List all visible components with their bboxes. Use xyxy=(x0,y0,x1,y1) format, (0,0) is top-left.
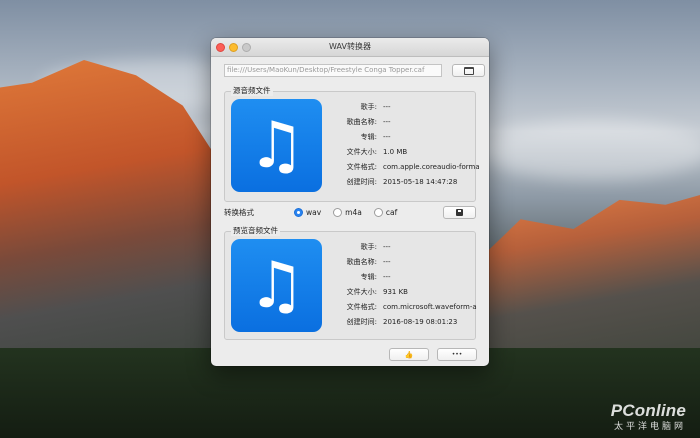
music-note-icon: ♫ xyxy=(247,248,306,323)
radio-label: caf xyxy=(385,207,398,217)
info-label: 文件大小: xyxy=(346,287,377,296)
radio-icon[interactable] xyxy=(333,207,343,217)
info-label: 文件大小: xyxy=(346,147,377,156)
info-value: --- xyxy=(383,117,391,126)
preview-group-title: 预览音频文件 xyxy=(231,225,280,236)
info-label: 歌曲名称: xyxy=(346,257,377,266)
info-label: 歌手: xyxy=(360,102,377,111)
source-audio-group: 源音频文件 ♫ 歌手: --- 歌曲名称: --- 专辑: --- 文件大小: 1.0 … xyxy=(224,85,479,202)
info-value: --- xyxy=(383,132,391,141)
window-title: WAV转换器 xyxy=(329,42,371,51)
info-label: 歌曲名称: xyxy=(346,117,377,126)
info-row: 文件格式: com.microsoft.waveform-a xyxy=(331,299,479,314)
source-info: 歌手: --- 歌曲名称: --- 专辑: --- 文件大小: 1.0 MB 文件格式:… xyxy=(331,99,479,189)
source-group-title: 源音频文件 xyxy=(231,85,273,96)
info-label: 专辑: xyxy=(360,272,377,281)
info-row: 歌曲名称: --- xyxy=(331,114,479,129)
preview-audio-group: 预览音频文件 ♫ 歌手: --- 歌曲名称: --- 专辑: --- 文件大小: 931… xyxy=(224,225,479,340)
source-music-icon: ♫ xyxy=(231,99,322,192)
preview-info: 歌手: --- 歌曲名称: --- 专辑: --- 文件大小: 931 KB 文件格式:… xyxy=(331,239,479,329)
format-radio-caf[interactable]: caf xyxy=(373,207,398,217)
format-radio-m4a[interactable]: m4a xyxy=(333,207,362,217)
info-value: 1.0 MB xyxy=(383,147,408,156)
convert-format-label: 转换格式 xyxy=(224,207,254,217)
title-bar[interactable]: WAV转换器 xyxy=(211,38,489,57)
thumbs-up-icon: 👍 xyxy=(404,350,414,359)
info-label: 歌手: xyxy=(360,242,377,251)
watermark-logo: PConline xyxy=(610,401,686,420)
minimize-button[interactable] xyxy=(229,43,238,52)
radio-label: wav xyxy=(306,207,322,217)
cloud xyxy=(480,120,700,180)
preview-music-icon: ♫ xyxy=(231,239,322,332)
info-value: com.microsoft.waveform-a xyxy=(383,302,477,311)
info-row: 专辑: --- xyxy=(331,129,479,144)
info-value: 2015-05-18 14:47:28 xyxy=(383,177,458,186)
info-label: 创建时间: xyxy=(346,177,377,186)
more-button[interactable]: ••• xyxy=(437,348,477,361)
info-value: --- xyxy=(383,102,391,111)
radio-selected-icon[interactable] xyxy=(294,207,303,217)
close-button[interactable] xyxy=(216,43,225,52)
info-value: --- xyxy=(383,272,391,281)
info-label: 专辑: xyxy=(360,132,377,141)
watermark: PConline 太平洋电脑网 xyxy=(611,401,686,432)
ellipsis-icon: ••• xyxy=(451,351,463,358)
window-controls xyxy=(216,43,251,52)
info-value: --- xyxy=(383,242,391,251)
info-value: --- xyxy=(383,257,391,266)
info-row: 文件大小: 931 KB xyxy=(331,284,479,299)
music-note-icon: ♫ xyxy=(247,108,306,183)
bottom-buttons: 👍 ••• xyxy=(389,348,477,361)
radio-icon[interactable] xyxy=(373,207,383,217)
info-value: 931 KB xyxy=(383,287,408,296)
path-row: file:///Users/MaoKun/Desktop/Freestyle C… xyxy=(224,64,485,77)
info-label: 文件格式: xyxy=(346,302,377,311)
like-button[interactable]: 👍 xyxy=(389,348,429,361)
info-row: 文件大小: 1.0 MB xyxy=(331,144,479,159)
save-button[interactable] xyxy=(443,205,476,219)
radio-label: m4a xyxy=(345,207,362,217)
info-row: 歌曲名称: --- xyxy=(331,254,479,269)
app-window: WAV转换器 file:///Users/MaoKun/Desktop/Free… xyxy=(211,38,489,366)
folder-icon xyxy=(463,66,474,75)
info-row: 文件格式: com.apple.coreaudio-forma xyxy=(331,159,479,174)
zoom-button[interactable] xyxy=(242,43,251,52)
watermark-subtitle: 太平洋电脑网 xyxy=(613,421,686,431)
format-radio-wav[interactable]: wav xyxy=(294,207,322,217)
floppy-disk-icon xyxy=(456,208,463,216)
info-row: 歌手: --- xyxy=(331,239,479,254)
info-value: 2016-08-19 08:01:23 xyxy=(383,317,458,326)
info-row: 创建时间: 2015-05-18 14:47:28 xyxy=(331,174,479,189)
open-file-button[interactable] xyxy=(452,64,485,77)
info-row: 歌手: --- xyxy=(331,99,479,114)
info-label: 创建时间: xyxy=(346,317,377,326)
info-row: 创建时间: 2016-08-19 08:01:23 xyxy=(331,314,479,329)
info-value: com.apple.coreaudio-forma xyxy=(383,162,479,171)
file-path-field[interactable]: file:///Users/MaoKun/Desktop/Freestyle C… xyxy=(224,64,442,77)
convert-format-row: 转换格式 wav m4a caf xyxy=(224,205,476,219)
info-label: 文件格式: xyxy=(346,162,377,171)
info-row: 专辑: --- xyxy=(331,269,479,284)
